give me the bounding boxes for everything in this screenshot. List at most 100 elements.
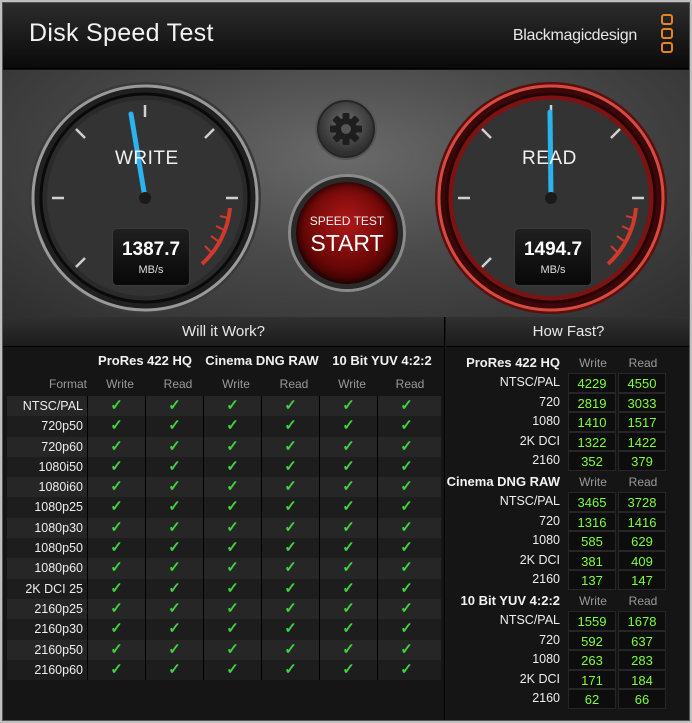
- write-readout: 1387.7 MB/s: [112, 228, 190, 286]
- codec-name: Cinema DNG RAW: [446, 474, 560, 489]
- column-header: Write: [106, 377, 134, 391]
- how-fast-title: How Fast?: [446, 317, 689, 347]
- start-button-label: START: [310, 230, 384, 256]
- checkmark-icon: ✓: [377, 416, 435, 437]
- speed-section-header: 10 Bit YUV 4:2:2 Write Read: [446, 591, 689, 611]
- results-area: Will it Work? ProRes 422 HQ Cinema DNG R…: [3, 317, 689, 720]
- format-label: 2160p50: [34, 642, 83, 657]
- column-header: Write: [579, 594, 607, 608]
- table-row: 720p60 ✓ ✓ ✓ ✓ ✓ ✓: [7, 436, 441, 457]
- checkmark-icon: ✓: [145, 477, 203, 498]
- format-label: NTSC/PAL: [499, 494, 560, 508]
- write-speed-value: 171: [568, 669, 616, 689]
- checkmark-icon: ✓: [261, 619, 319, 640]
- will-it-work-title: Will it Work?: [3, 317, 444, 347]
- column-header: Read: [279, 377, 309, 391]
- codec-name: 10 Bit YUV 4:2:2: [460, 593, 560, 608]
- format-label: 2K DCI: [519, 671, 560, 686]
- checkmark-icon: ✓: [319, 517, 377, 539]
- read-readout: 1494.7 MB/s: [514, 228, 592, 286]
- checkmark-icon: ✓: [377, 659, 435, 681]
- checkmark-icon: ✓: [87, 456, 145, 478]
- checkmark-icon: ✓: [145, 497, 203, 518]
- format-label: 720: [539, 394, 560, 409]
- checkmark-icon: ✓: [377, 477, 435, 498]
- table-row: NTSC/PAL ✓ ✓ ✓ ✓ ✓ ✓: [7, 396, 441, 417]
- codec-header: 10 Bit YUV 4:2:2: [332, 353, 432, 368]
- title-bar: Disk Speed Test Blackmagicdesign: [3, 3, 689, 69]
- checkmark-icon: ✓: [377, 396, 435, 417]
- read-speed-value: 1678: [618, 611, 666, 631]
- column-header: Read: [395, 377, 425, 391]
- column-header: Write: [222, 377, 250, 391]
- format-label: 2160: [532, 691, 560, 705]
- checkmark-icon: ✓: [319, 558, 377, 579]
- checkmark-icon: ✓: [377, 436, 435, 457]
- checkmark-icon: ✓: [319, 436, 377, 457]
- checkmark-icon: ✓: [377, 517, 435, 539]
- checkmark-icon: ✓: [203, 659, 261, 681]
- column-header: Read: [628, 475, 658, 489]
- format-label: 2160p60: [34, 662, 83, 677]
- checkmark-icon: ✓: [87, 619, 145, 640]
- checkmark-icon: ✓: [261, 639, 319, 660]
- format-label: NTSC/PAL: [499, 613, 560, 627]
- table-row: 1080i60 ✓ ✓ ✓ ✓ ✓ ✓: [7, 477, 441, 498]
- checkmark-icon: ✓: [145, 619, 203, 640]
- checkmark-icon: ✓: [261, 517, 319, 539]
- write-unit: MB/s: [138, 264, 164, 276]
- checkmark-icon: ✓: [87, 497, 145, 518]
- checkmark-icon: ✓: [261, 578, 319, 599]
- checkmark-icon: ✓: [261, 558, 319, 579]
- checkmark-icon: ✓: [261, 538, 319, 559]
- read-unit: MB/s: [540, 264, 566, 276]
- table-row: NTSC/PAL 4229 4550: [446, 373, 689, 393]
- read-speed-value: 1517: [618, 412, 666, 432]
- checkmark-icon: ✓: [203, 619, 261, 640]
- checkmark-icon: ✓: [203, 558, 261, 579]
- read-speed-value: 379: [618, 451, 666, 471]
- checkmark-icon: ✓: [377, 497, 435, 518]
- table-row: 2160 352 379: [446, 451, 689, 471]
- read-speed-value: 184: [618, 669, 666, 689]
- column-header: Write: [579, 356, 607, 370]
- table-row: 2160 62 66: [446, 689, 689, 709]
- checkmark-icon: ✓: [203, 639, 261, 660]
- checkmark-icon: ✓: [145, 578, 203, 599]
- checkmark-icon: ✓: [319, 598, 377, 620]
- checkmark-icon: ✓: [319, 639, 377, 660]
- checkmark-icon: ✓: [377, 456, 435, 478]
- checkmark-icon: ✓: [377, 639, 435, 660]
- checkmark-icon: ✓: [377, 578, 435, 599]
- checkmark-icon: ✓: [87, 578, 145, 599]
- checkmark-icon: ✓: [319, 578, 377, 599]
- checkmark-icon: ✓: [87, 477, 145, 498]
- read-speed-value: 66: [618, 689, 666, 709]
- checkmark-icon: ✓: [319, 619, 377, 640]
- table-row: NTSC/PAL 1559 1678: [446, 611, 689, 631]
- app-window: Disk Speed Test Blackmagicdesign WRITE 1…: [2, 2, 690, 721]
- table-row: 720 2819 3033: [446, 392, 689, 412]
- table-row: 2160p60 ✓ ✓ ✓ ✓ ✓ ✓: [7, 659, 441, 681]
- table-row: 2K DCI 381 409: [446, 550, 689, 570]
- format-label: 1080i50: [38, 459, 84, 474]
- checkmark-icon: ✓: [261, 598, 319, 620]
- format-label: 2K DCI: [519, 552, 560, 567]
- format-label: 1080: [532, 533, 560, 547]
- write-speed-value: 2819: [568, 392, 616, 412]
- codec-name: ProRes 422 HQ: [466, 355, 560, 370]
- read-speed-value: 637: [618, 630, 666, 650]
- read-speed-value: 147: [618, 570, 666, 590]
- table-row: 1080p60 ✓ ✓ ✓ ✓ ✓ ✓: [7, 558, 441, 579]
- write-speed-value: 4229: [568, 373, 616, 393]
- start-button-caption: SPEED TEST: [309, 214, 385, 228]
- checkmark-icon: ✓: [87, 416, 145, 437]
- start-button[interactable]: SPEED TEST START: [291, 177, 403, 289]
- checkmark-icon: ✓: [261, 396, 319, 417]
- write-speed-value: 62: [568, 689, 616, 709]
- settings-button[interactable]: [317, 100, 375, 158]
- checkmark-icon: ✓: [145, 659, 203, 681]
- format-label: NTSC/PAL: [499, 375, 560, 389]
- checkmark-icon: ✓: [87, 558, 145, 579]
- table-row: 2160p25 ✓ ✓ ✓ ✓ ✓ ✓: [7, 598, 441, 620]
